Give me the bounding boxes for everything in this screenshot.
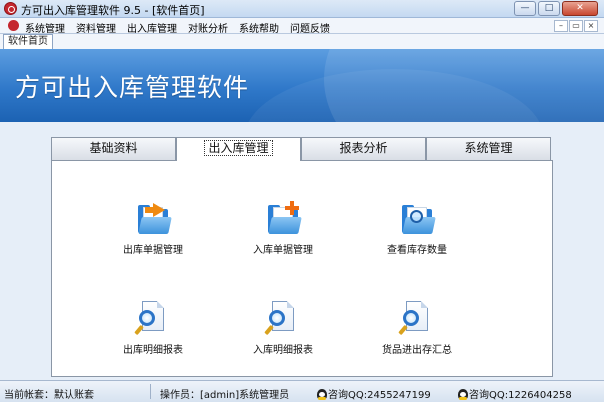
mdi-close-button[interactable]: × [584,20,598,32]
inbound-report-button[interactable]: 入库明细报表 [233,301,333,356]
status-qq1[interactable]: 咨询QQ:2455247199 [317,386,431,401]
status-bar: 当前帐套：默认账套 操作员：[admin]系统管理员 咨询QQ:24552471… [0,380,604,402]
report-search-icon [398,301,434,336]
tab-label: 系统管理 [464,141,513,155]
function-label: 入库明细报表 [253,345,313,356]
close-button[interactable]: ✕ [562,1,598,16]
function-label: 查看库存数量 [387,245,447,256]
app-logo-icon [4,2,17,15]
banner-title: 方可出入库管理软件 [15,73,250,102]
qq-icon [317,389,327,400]
qq-icon [458,389,468,400]
tab-inout-management[interactable]: 出入库管理 [176,137,301,161]
status-operator: 操作员：[admin]系统管理员 [160,390,290,401]
inbound-docs-button[interactable]: 入库单据管理 [233,201,333,256]
folder-search-icon [400,201,436,235]
menu-feedback[interactable]: 问题反馈 [290,20,330,35]
status-account: 当前帐套：默认账套 [4,390,94,401]
menu-inout-management[interactable]: 出入库管理 [127,20,177,35]
tab-label: 基础资料 [89,141,138,155]
minimize-button[interactable]: — [514,1,536,16]
function-label: 货品进出存汇总 [382,345,452,356]
function-label: 入库单据管理 [253,245,313,256]
title-bar: 方可出入库管理软件 9.5 - [软件首页] — □ ✕ [0,0,604,18]
menu-help[interactable]: 系统帮助 [239,20,279,35]
report-search-icon [134,301,170,336]
folder-add-icon [266,201,302,235]
function-label: 出库明细报表 [123,345,183,356]
menu-app-icon[interactable] [8,20,19,31]
module-tabs: 基础资料 出入库管理 报表分析 系统管理 [51,137,551,161]
status-divider [150,384,151,399]
menu-bar: 系统管理 资料管理 出入库管理 对账分析 系统帮助 问题反馈 – ▭ × [0,18,604,35]
tab-report-analysis[interactable]: 报表分析 [301,137,426,160]
tab-panel: 出库单据管理 入库单据管理 查看库存数量 出库明细报表 入库明细报表 货品进出存… [51,160,553,377]
menu-system-management[interactable]: 系统管理 [25,20,65,35]
window-controls: — □ ✕ [514,1,598,16]
tab-label: 报表分析 [339,141,388,155]
window-title: 方可出入库管理软件 9.5 - [软件首页] [21,4,205,17]
function-label: 出库单据管理 [123,245,183,256]
folder-export-icon [136,201,172,235]
report-search-icon [264,301,300,336]
outbound-docs-button[interactable]: 出库单据管理 [103,201,203,256]
mdi-controls: – ▭ × [554,20,598,32]
menu-data-management[interactable]: 资料管理 [76,20,116,35]
doc-tab-home[interactable]: 软件首页 [3,34,53,49]
tab-system-management[interactable]: 系统管理 [426,137,551,160]
tab-basic-data[interactable]: 基础资料 [51,137,176,160]
menu-items: 系统管理 资料管理 出入库管理 对账分析 系统帮助 问题反馈 [25,20,330,35]
menu-reconciliation[interactable]: 对账分析 [188,20,228,35]
qq1-text: 咨询QQ:2455247199 [328,390,431,401]
tab-label: 出入库管理 [204,140,273,156]
maximize-button[interactable]: □ [538,1,560,16]
status-qq2[interactable]: 咨询QQ:1226404258 [458,386,572,401]
mdi-minimize-button[interactable]: – [554,20,568,32]
outbound-report-button[interactable]: 出库明细报表 [103,301,203,356]
document-tab-strip: 软件首页 [0,34,604,49]
mdi-restore-button[interactable]: ▭ [569,20,583,32]
qq2-text: 咨询QQ:1226404258 [469,390,572,401]
view-stock-button[interactable]: 查看库存数量 [367,201,467,256]
header-banner: 方可出入库管理软件 [0,49,604,122]
inventory-summary-button[interactable]: 货品进出存汇总 [367,301,467,356]
main-content: 基础资料 出入库管理 报表分析 系统管理 出库单据管理 入库单据管理 查看库存数… [0,122,604,380]
